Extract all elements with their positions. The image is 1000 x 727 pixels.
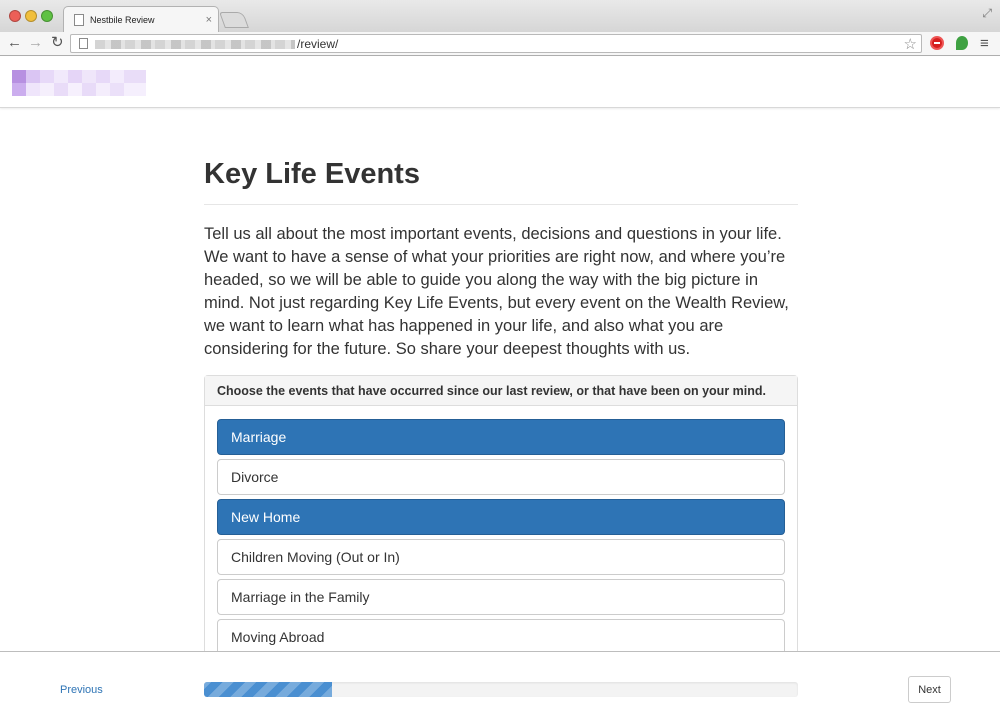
browser-tab[interactable]: Nestbile Review × [63,6,219,33]
url-host-blurred [95,40,295,49]
intro-text: Tell us all about the most important eve… [204,225,789,358]
star-icon[interactable]: ☆ [904,35,917,53]
address-bar[interactable]: /review/ ☆ [70,34,922,53]
footer-bar: Previous Next [0,651,1000,727]
progress-bar [204,682,798,697]
new-tab-button[interactable] [219,12,249,28]
leaf-extension-icon[interactable] [956,36,968,50]
window-maximize-button[interactable] [41,10,53,22]
event-option[interactable]: Children Moving (Out or In) [217,539,785,575]
next-button[interactable]: Next [908,676,951,703]
events-list: Marriage Divorce New Home Children Movin… [205,406,797,655]
browser-toolbar: ← → ↻ /review/ ☆ [0,32,1000,56]
event-option[interactable]: Marriage in the Family [217,579,785,615]
browser-titlebar: Nestbile Review × ⤢ [0,0,1000,33]
forward-arrow-icon[interactable]: → [28,34,43,52]
previous-link[interactable]: Previous [60,684,103,696]
event-option[interactable]: Moving Abroad [217,619,785,655]
tab-title: Nestbile Review [90,15,155,25]
window-close-button[interactable] [9,10,21,22]
page-title: Key Life Events [204,158,798,205]
page-icon [79,38,88,49]
menu-icon[interactable]: ≡ [980,35,989,52]
reload-icon[interactable]: ↻ [51,34,64,52]
back-arrow-icon[interactable]: ← [7,34,22,52]
site-logo[interactable] [12,70,146,96]
main-content: Key Life Events Tell us all about the mo… [204,108,798,659]
stop-extension-icon[interactable] [930,36,944,50]
page-icon [74,14,84,26]
event-option[interactable]: Marriage [217,419,785,455]
window-minimize-button[interactable] [25,10,37,22]
event-option[interactable]: New Home [217,499,785,535]
event-option[interactable]: Divorce [217,459,785,495]
close-icon[interactable]: × [206,14,212,26]
fullscreen-icon[interactable]: ⤢ [982,6,992,21]
events-panel-heading: Choose the events that have occurred sin… [205,376,797,406]
url-path: /review/ [297,37,339,51]
progress-bar-fill [204,682,332,697]
site-header [0,57,1000,108]
events-panel: Choose the events that have occurred sin… [204,375,798,655]
